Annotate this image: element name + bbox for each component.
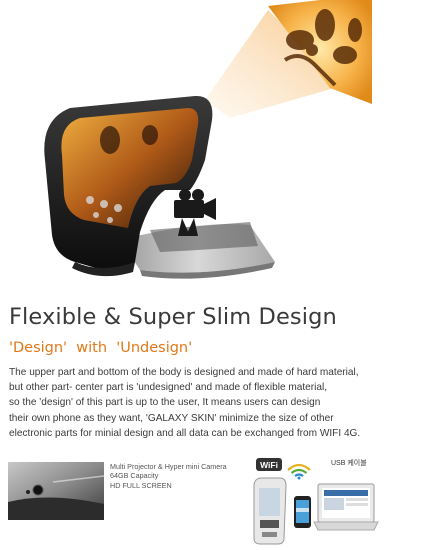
wifi-signal-icon (287, 463, 311, 480)
subheadline: 'Design' with 'Undesign' (9, 340, 193, 356)
svg-text:WiFi: WiFi (260, 460, 278, 470)
feature-item: 64GB Capacity (110, 471, 159, 481)
feature-item: HD FULL SCREEN (110, 480, 172, 490)
description-line: but other part- center part is 'undesign… (9, 382, 328, 394)
usb-cable-label: USB 케이블 (331, 460, 367, 467)
camera-lens-icon (32, 484, 44, 496)
description-line: The upper part and bottom of the body is… (9, 367, 359, 378)
wifi-badge: WiFi (256, 458, 282, 471)
smartphone-device (294, 496, 311, 528)
phone-device (253, 477, 287, 545)
camera-detail-image (8, 462, 104, 520)
description-line: their own phone as they want, 'GALAXY SK… (9, 412, 334, 424)
hero-product-image (44, 0, 372, 279)
description-paragraph: The upper part and bottom of the body is… (9, 365, 429, 441)
laptop-device (313, 483, 379, 531)
description-line: so the 'design' of this part is up to th… (9, 397, 321, 409)
description-line: electronic parts for minial design and a… (9, 427, 361, 439)
connectivity-devices-image: WiFi (253, 458, 379, 545)
feature-list: Multi Projector & Hyper mini Camera 64GB… (110, 462, 227, 490)
headline: Flexible & Super Slim Design (9, 304, 337, 330)
feature-item: Multi Projector & Hyper mini Camera (110, 462, 227, 471)
